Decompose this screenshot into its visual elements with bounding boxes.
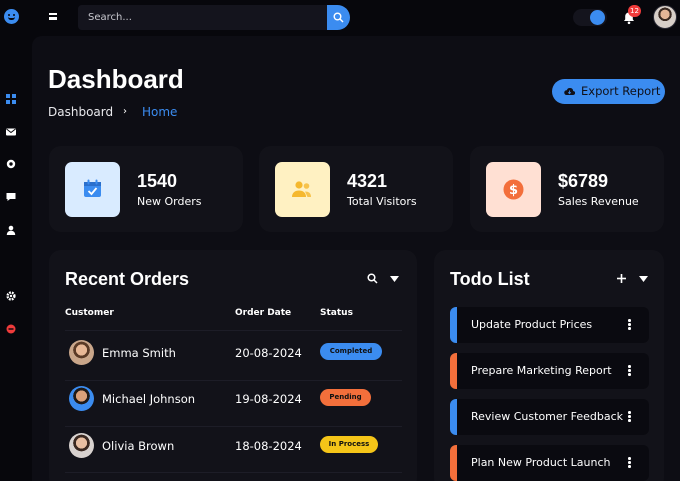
export-report-label: Export Report [581, 84, 661, 98]
stat-label: Total Visitors [347, 195, 417, 208]
more-options-icon[interactable] [628, 319, 631, 330]
column-header-order-date: Order Date [235, 308, 292, 318]
customer-name: Emma Smith [102, 346, 176, 360]
logout-icon[interactable] [6, 324, 16, 334]
chevron-down-icon[interactable] [639, 276, 648, 282]
toggle-knob [590, 10, 605, 25]
mail-icon[interactable] [6, 127, 16, 137]
breadcrumb-separator-icon: › [123, 106, 127, 117]
user-avatar[interactable] [653, 5, 677, 29]
recent-orders-panel: Recent Orders Customer Order Date Status… [49, 250, 417, 481]
todo-color-bar [450, 353, 457, 389]
main-content: Dashboard Dashboard › Home Export Report… [32, 36, 680, 481]
stat-value: 4321 [347, 171, 388, 191]
stat-label: Sales Revenue [558, 195, 639, 208]
filter-dropdown-icon[interactable] [390, 276, 399, 282]
stat-card-orders: 1540 New Orders [49, 146, 243, 232]
todo-text: Update Product Prices [471, 318, 593, 331]
customer-avatar [69, 340, 94, 365]
customer-avatar [69, 386, 94, 411]
sidebar [0, 36, 32, 481]
add-icon[interactable] [617, 274, 626, 283]
more-options-icon[interactable] [628, 457, 631, 468]
table-divider [65, 426, 402, 427]
export-report-button[interactable]: Export Report [552, 79, 665, 104]
todo-item[interactable]: Plan New Product Launch [450, 445, 649, 481]
more-options-icon[interactable] [628, 411, 631, 422]
more-options-icon[interactable] [628, 365, 631, 376]
stat-icon-box: $ [486, 162, 541, 217]
status-badge: Pending [320, 389, 371, 406]
table-divider [65, 472, 402, 473]
status-badge: Completed [320, 343, 382, 360]
stat-icon-box [65, 162, 120, 217]
todo-item[interactable]: Update Product Prices [450, 307, 649, 343]
todo-list-panel: Todo List Update Product Prices Prepare … [434, 250, 664, 481]
recent-orders-title: Recent Orders [65, 269, 190, 289]
page-title: Dashboard [48, 64, 184, 94]
hamburger-menu-icon[interactable] [49, 13, 57, 20]
chat-icon[interactable] [6, 192, 16, 202]
breadcrumb-dashboard[interactable]: Dashboard [48, 105, 113, 119]
table-divider [65, 330, 402, 331]
notification-badge: 12 [628, 5, 641, 17]
theme-toggle[interactable] [573, 9, 607, 26]
user-icon[interactable] [6, 225, 16, 235]
dashboard-grid-icon[interactable] [6, 94, 16, 104]
svg-text:$: $ [509, 183, 518, 198]
top-bar: 12 [0, 0, 680, 36]
stat-card-revenue: $ $6789 Sales Revenue [470, 146, 664, 232]
gear-icon[interactable] [6, 291, 16, 301]
search-icon [333, 12, 344, 23]
stat-value: $6789 [558, 171, 609, 191]
smiley-logo-icon[interactable] [4, 9, 19, 24]
order-date: 20-08-2024 [235, 346, 302, 360]
customer-avatar [69, 433, 94, 458]
customer-name: Michael Johnson [102, 392, 196, 406]
order-date: 18-08-2024 [235, 439, 302, 453]
dollar-icon: $ [503, 179, 524, 200]
stat-label: New Orders [137, 195, 202, 208]
todo-color-bar [450, 399, 457, 435]
table-divider [65, 380, 402, 381]
search-icon[interactable] [367, 273, 378, 284]
search-bar [78, 5, 350, 30]
todo-color-bar [450, 307, 457, 343]
order-date: 19-08-2024 [235, 392, 302, 406]
column-header-customer: Customer [65, 308, 114, 318]
status-badge: In Process [320, 436, 378, 453]
todo-item[interactable]: Prepare Marketing Report [450, 353, 649, 389]
todo-item[interactable]: Review Customer Feedback [450, 399, 649, 435]
calendar-check-icon [84, 179, 101, 197]
todo-text: Plan New Product Launch [471, 456, 611, 469]
column-header-status: Status [320, 308, 353, 318]
todo-text: Prepare Marketing Report [471, 364, 612, 377]
todo-color-bar [450, 445, 457, 481]
customer-name: Olivia Brown [102, 439, 175, 453]
cloud-download-icon [564, 88, 575, 96]
users-icon [292, 181, 311, 197]
stat-icon-box [275, 162, 330, 217]
stat-value: 1540 [137, 171, 178, 191]
breadcrumb-home[interactable]: Home [142, 105, 177, 119]
search-button[interactable] [327, 5, 350, 30]
stat-card-visitors: 4321 Total Visitors [259, 146, 453, 232]
todo-text: Review Customer Feedback [471, 410, 624, 423]
search-input[interactable] [78, 5, 327, 30]
settings-cog-icon[interactable] [6, 159, 16, 169]
todo-list-title: Todo List [450, 269, 530, 289]
